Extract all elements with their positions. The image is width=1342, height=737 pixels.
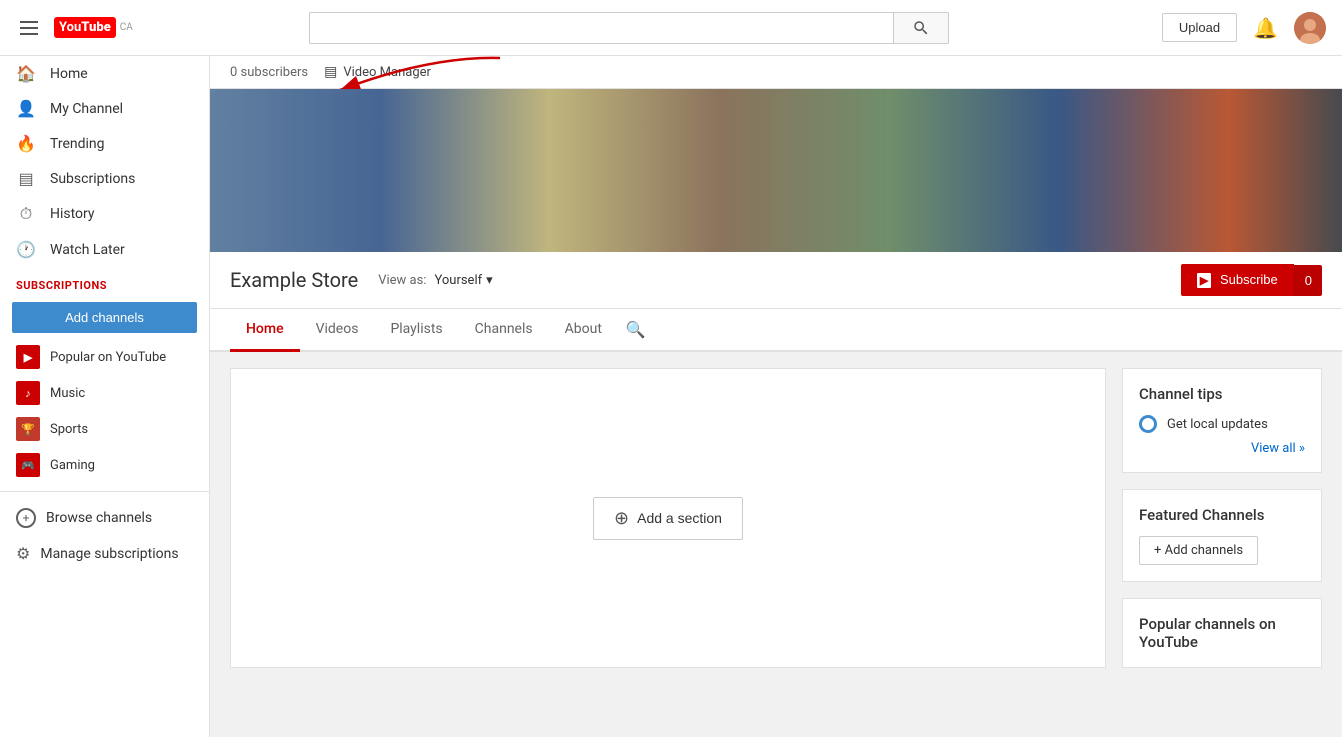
- chevron-down-icon: ▾: [486, 273, 493, 288]
- popular-channels-card: Popular channels on YouTube: [1122, 598, 1322, 668]
- popular-channels-title: Popular channels on YouTube: [1139, 615, 1305, 651]
- upload-button[interactable]: Upload: [1162, 13, 1237, 42]
- view-all-link[interactable]: View all »: [1139, 441, 1305, 456]
- featured-channels-title: Featured Channels: [1139, 506, 1305, 524]
- watch-later-icon: 🕐: [16, 240, 36, 259]
- sidebar-item-history[interactable]: ⏱ History: [0, 196, 209, 232]
- tip-text: Get local updates: [1167, 417, 1268, 432]
- channel-body: ⊕ Add a section Channel tips Get local u…: [210, 352, 1342, 684]
- featured-channels-card: Featured Channels + Add channels: [1122, 489, 1322, 582]
- banner-image: [210, 89, 1342, 252]
- header-left: YouTube CA: [16, 17, 196, 39]
- channel-name: Example Store: [230, 268, 358, 292]
- content-area: 0 subscribers ▤ Video Manager: [210, 56, 1342, 737]
- view-as-select[interactable]: Yourself ▾: [434, 273, 492, 288]
- sidebar-nav: 🏠 Home 👤 My Channel 🔥 Trending ▤ Subscri…: [0, 56, 209, 267]
- subscribe-button: ▶ Subscribe 0: [1181, 264, 1322, 296]
- sports-icon: 🏆: [16, 417, 40, 441]
- sidebar-item-sports[interactable]: 🏆 Sports: [0, 411, 209, 447]
- manage-subscriptions-icon: ⚙: [16, 544, 30, 563]
- tip-item: Get local updates: [1139, 415, 1305, 433]
- add-channels-button[interactable]: Add channels: [12, 302, 197, 333]
- tab-channels[interactable]: Channels: [459, 309, 549, 352]
- popular-icon: ▶: [16, 345, 40, 369]
- view-as: View as: Yourself ▾: [378, 273, 492, 288]
- notifications-icon[interactable]: 🔔: [1253, 16, 1278, 40]
- subscriber-count: 0 subscribers: [230, 65, 308, 80]
- sub-bar-wrapper: 0 subscribers ▤ Video Manager: [210, 56, 1342, 89]
- my-channel-icon: 👤: [16, 99, 36, 118]
- channel-banner: [210, 89, 1342, 252]
- search-input[interactable]: [309, 12, 893, 44]
- history-icon: ⏱: [16, 204, 36, 224]
- tab-about[interactable]: About: [549, 309, 618, 352]
- sidebar-item-home[interactable]: 🏠 Home: [0, 56, 209, 91]
- video-manager-icon: ▤: [324, 64, 337, 80]
- sidebar-item-watch-later[interactable]: 🕐 Watch Later: [0, 232, 209, 267]
- channel-tabs: Home Videos Playlists Channels About 🔍: [210, 309, 1342, 352]
- sidebar-divider: [0, 491, 209, 492]
- sidebar-item-popular-on-youtube[interactable]: ▶ Popular on YouTube: [0, 339, 209, 375]
- add-channels-link[interactable]: + Add channels: [1139, 536, 1258, 565]
- trending-icon: 🔥: [16, 134, 36, 153]
- plus-icon: ⊕: [614, 508, 629, 529]
- subscriptions-section-label: SUBSCRIPTIONS: [0, 267, 209, 296]
- channel-container: 0 subscribers ▤ Video Manager: [210, 56, 1342, 684]
- tab-home[interactable]: Home: [230, 309, 300, 352]
- main-layout: 🏠 Home 👤 My Channel 🔥 Trending ▤ Subscri…: [0, 56, 1342, 737]
- channel-tips-card: Channel tips Get local updates View all …: [1122, 368, 1322, 473]
- subscribe-count-button[interactable]: 0: [1294, 265, 1322, 296]
- channel-info-bar: Example Store View as: Yourself ▾ ▶ Subs…: [210, 252, 1342, 309]
- sidebar-item-music[interactable]: ♪ Music: [0, 375, 209, 411]
- logo[interactable]: YouTube CA: [54, 17, 133, 38]
- sidebar-browse-channels[interactable]: + Browse channels: [0, 500, 209, 536]
- video-manager-link[interactable]: ▤ Video Manager: [324, 64, 431, 80]
- avatar[interactable]: [1294, 12, 1326, 44]
- music-icon: ♪: [16, 381, 40, 405]
- channel-right-sidebar: Channel tips Get local updates View all …: [1122, 368, 1322, 668]
- tab-videos[interactable]: Videos: [300, 309, 375, 352]
- tab-search-icon[interactable]: 🔍: [626, 320, 646, 339]
- subscriptions-icon: ▤: [16, 169, 36, 188]
- search-button[interactable]: [893, 12, 949, 44]
- channel-left: Example Store View as: Yourself ▾: [230, 268, 493, 292]
- tips-title: Channel tips: [1139, 385, 1305, 403]
- channel-sub-bar: 0 subscribers ▤ Video Manager: [210, 56, 1342, 89]
- avatar-image: [1294, 12, 1326, 44]
- sidebar-item-gaming[interactable]: 🎮 Gaming: [0, 447, 209, 483]
- channel-main-content: ⊕ Add a section: [230, 368, 1106, 668]
- home-icon: 🏠: [16, 64, 36, 83]
- tip-circle-icon: [1139, 415, 1157, 433]
- sidebar-item-trending[interactable]: 🔥 Trending: [0, 126, 209, 161]
- gaming-icon: 🎮: [16, 453, 40, 477]
- sidebar-item-subscriptions[interactable]: ▤ Subscriptions: [0, 161, 209, 196]
- browse-channels-icon: +: [16, 508, 36, 528]
- sidebar-manage-subscriptions[interactable]: ⚙ Manage subscriptions: [0, 536, 209, 571]
- tab-playlists[interactable]: Playlists: [374, 309, 458, 352]
- search-bar: [309, 12, 949, 44]
- sidebar: 🏠 Home 👤 My Channel 🔥 Trending ▤ Subscri…: [0, 56, 210, 737]
- header: YouTube CA Upload 🔔: [0, 0, 1342, 56]
- menu-button[interactable]: [16, 17, 42, 39]
- header-right: Upload 🔔: [1162, 12, 1326, 44]
- add-section-button[interactable]: ⊕ Add a section: [593, 497, 743, 540]
- subscribe-main-button[interactable]: ▶ Subscribe: [1181, 264, 1294, 296]
- search-icon: [912, 19, 930, 37]
- logo-youtube-icon: YouTube: [54, 17, 116, 38]
- logo-region: CA: [120, 22, 133, 33]
- sidebar-item-my-channel[interactable]: 👤 My Channel: [0, 91, 209, 126]
